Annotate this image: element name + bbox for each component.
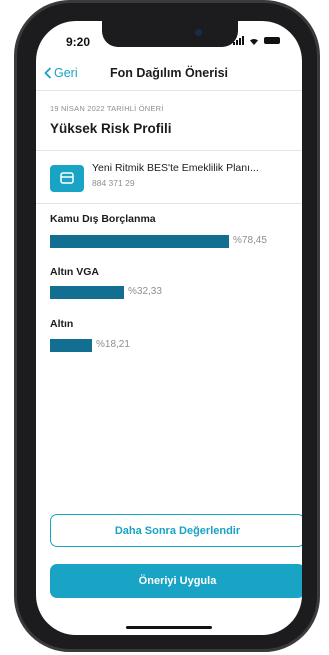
screen: 9:20 Geri Fon Dağılım Önerisi 19 NİSAN 2… [36,21,302,635]
battery-icon [264,37,280,44]
fund-percent: %78,45 [233,235,267,246]
fund-percent: %18,21 [96,339,130,350]
recommendation-date: 19 NİSAN 2022 TARİHLİ ÖNERİ [50,104,164,113]
signal-icon [233,36,244,45]
fund-percent: %32,33 [128,286,162,297]
divider [36,203,302,204]
apply-button-label: Öneriyi Uygula [138,575,217,587]
later-button-label: Daha Sonra Değerlendir [114,524,241,537]
navigation-bar: Geri Fon Dağılım Önerisi [36,59,302,89]
status-icons [233,36,280,45]
divider [36,90,302,91]
page-title: Fon Dağılım Önerisi [109,66,229,80]
plan-name: Yeni Ritmik BES'te Emeklilik Planı... [92,162,259,174]
home-indicator[interactable] [126,626,212,629]
notch [102,21,238,47]
divider [36,150,302,151]
fund-name: Altın [50,318,74,330]
apply-recommendation-button[interactable]: Öneriyi Uygula [50,564,302,598]
fund-name: Altın VGA [50,266,99,278]
status-time: 9:20 [66,35,91,49]
fund-bar [50,235,229,248]
fund-bar [50,286,124,299]
fund-name: Kamu Dış Borçlanma [50,213,156,225]
card-icon [50,165,84,192]
plan-number: 884 371 29 [92,178,135,188]
fund-bar [50,339,92,352]
risk-profile-title: Yüksek Risk Profili [50,121,172,136]
camera-icon [195,29,202,36]
wifi-icon [250,38,258,45]
phone-frame: 9:20 Geri Fon Dağılım Önerisi 19 NİSAN 2… [14,0,320,652]
later-button[interactable]: Daha Sonra Değerlendir [50,514,302,547]
